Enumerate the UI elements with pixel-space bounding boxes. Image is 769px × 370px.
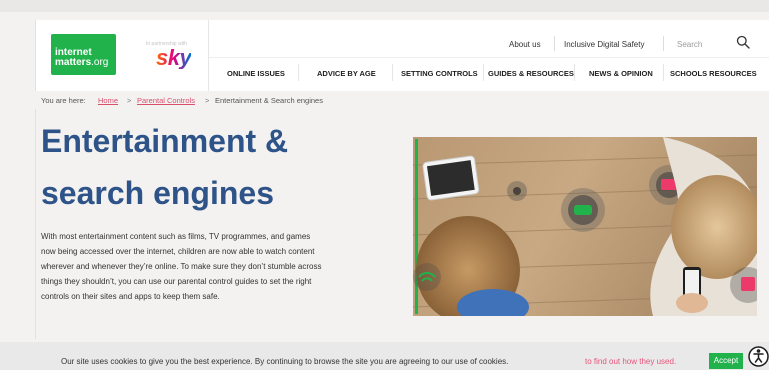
site-header: internet matters.org In partnership with… xyxy=(35,20,769,92)
top-strip xyxy=(0,0,769,12)
logo-line-2: matters.org xyxy=(55,58,108,68)
hero-description: With most entertainment content such as … xyxy=(41,229,393,304)
search-box[interactable]: Search xyxy=(668,34,756,52)
logo-line-2-main: matters xyxy=(55,57,92,68)
nav-rule xyxy=(209,57,769,58)
util-divider xyxy=(554,36,555,51)
description-line: things they shouldn’t, you can use our p… xyxy=(41,277,312,286)
breadcrumb-parental-controls[interactable]: Parental Controls xyxy=(137,96,195,105)
cookie-info-link[interactable]: to find out how they used. xyxy=(585,357,676,366)
nav-setting-controls[interactable]: SETTING CONTROLS xyxy=(401,69,478,78)
internet-matters-logo[interactable]: internet matters.org xyxy=(51,34,116,75)
breadcrumb-separator: > xyxy=(205,96,210,105)
search-icon[interactable] xyxy=(736,35,750,49)
accessibility-icon[interactable] xyxy=(748,346,769,367)
hero-illustration xyxy=(413,137,757,316)
breadcrumb: You are here: Home > Parental Controls >… xyxy=(35,91,769,109)
description-line: controls on their sites and apps to keep… xyxy=(41,292,220,301)
nav-news-opinion[interactable]: NEWS & OPINION xyxy=(589,69,653,78)
content-left-rule xyxy=(35,109,36,339)
page-title-line-1: Entertainment & xyxy=(41,123,289,159)
description-line: With most entertainment content such as … xyxy=(41,232,311,241)
description-line: now being accessed over the internet, ch… xyxy=(41,247,315,256)
sky-logo: sky xyxy=(156,45,192,70)
nav-divider xyxy=(574,64,575,81)
nav-schools-resources[interactable]: SCHOOLS RESOURCES xyxy=(670,69,757,78)
description-line: wherever and whenever they’re online. To… xyxy=(41,262,322,271)
cookie-bar: Our site uses cookies to give you the be… xyxy=(0,342,769,370)
inclusive-digital-safety-link[interactable]: Inclusive Digital Safety xyxy=(564,40,644,49)
nav-online-issues[interactable]: ONLINE ISSUES xyxy=(227,69,285,78)
nav-divider xyxy=(663,64,664,81)
breadcrumb-current: Entertainment & Search engines xyxy=(215,96,323,105)
cookie-message: Our site uses cookies to give you the be… xyxy=(61,357,509,366)
about-us-link[interactable]: About us xyxy=(509,40,541,49)
hero-image xyxy=(413,137,757,316)
header-divider xyxy=(208,20,209,92)
logo-line-2-suffix: .org xyxy=(91,57,109,68)
breadcrumb-separator: > xyxy=(127,96,132,105)
util-divider xyxy=(663,36,664,51)
page-title-line-2: search engines xyxy=(41,175,274,211)
accept-cookies-button[interactable]: Accept xyxy=(709,353,743,369)
breadcrumb-prefix: You are here: xyxy=(41,96,86,105)
breadcrumb-home[interactable]: Home xyxy=(98,96,118,105)
search-input[interactable]: Search xyxy=(677,40,702,49)
nav-advice-by-age[interactable]: ADVICE BY AGE xyxy=(317,69,376,78)
nav-divider xyxy=(392,64,393,81)
nav-guides-resources[interactable]: GUIDES & RESOURCES xyxy=(488,69,574,78)
nav-divider xyxy=(298,64,299,81)
nav-divider xyxy=(483,64,484,81)
